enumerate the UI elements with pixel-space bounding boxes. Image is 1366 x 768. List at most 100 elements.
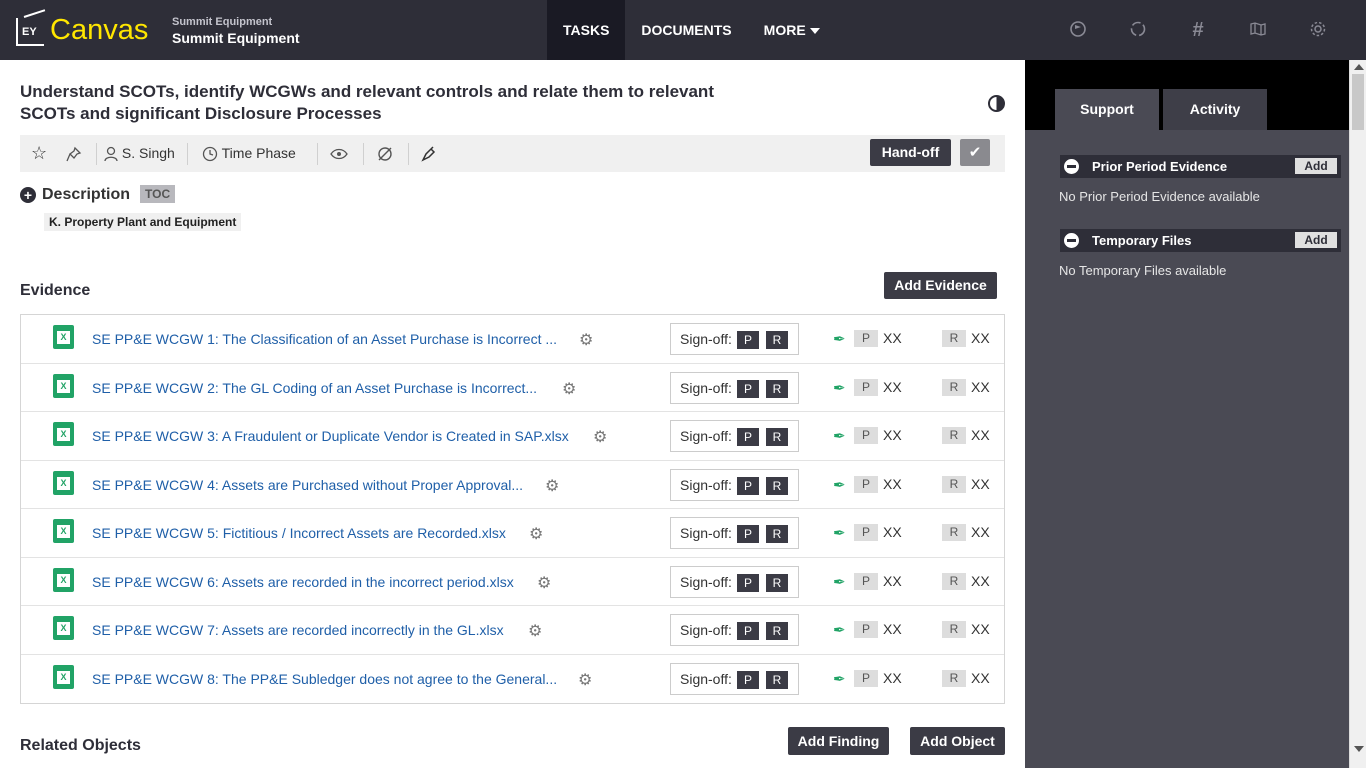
assignee-name: S. Singh [121, 145, 175, 161]
gear-icon[interactable]: ⚙ [562, 379, 576, 399]
reviewer-signoff-button[interactable]: R [766, 525, 788, 543]
evidence-file-link[interactable]: SE PP&E WCGW 7: Assets are recorded inco… [92, 622, 504, 638]
nav-more-label: MORE [763, 22, 806, 38]
pen-icon[interactable]: ✒ [833, 330, 846, 348]
reviewer-badge: R [942, 378, 966, 396]
preparer-signoff-button[interactable]: P [737, 476, 759, 495]
no-sign-icon[interactable] [376, 135, 394, 172]
preparer-signoff-button[interactable]: P [737, 525, 759, 543]
pin-icon[interactable] [66, 135, 82, 172]
sync-icon[interactable] [1128, 20, 1148, 40]
evidence-file-link[interactable]: SE PP&E WCGW 3: A Fraudulent or Duplicat… [92, 428, 569, 444]
gear-icon[interactable]: ⚙ [537, 573, 551, 593]
client-name[interactable]: Summit Equipment [172, 30, 300, 46]
preparer-signoff-button[interactable]: P [737, 670, 759, 689]
preparer-initials: XX [883, 621, 902, 637]
reviewer-signoff-button[interactable]: R [766, 622, 788, 640]
reviewer-badge: R [942, 475, 966, 493]
gear-icon[interactable]: ⚙ [528, 621, 542, 641]
clock-icon [202, 147, 218, 162]
evidence-file-link[interactable]: SE PP&E WCGW 4: Assets are Purchased wit… [92, 477, 523, 493]
signoff-label: Sign-off: [680, 379, 732, 396]
reviewer-initials: XX [971, 330, 990, 346]
reviewer-signoff-button[interactable]: R [766, 331, 788, 349]
pen-icon[interactable] [420, 135, 438, 172]
add-temporary-file-button[interactable]: Add [1295, 232, 1337, 248]
gear-icon[interactable]: ⚙ [529, 524, 543, 544]
reviewer-initials: XX [971, 524, 990, 540]
nav-tasks[interactable]: TASKS [547, 0, 626, 60]
hashtag-icon[interactable]: # [1188, 20, 1208, 40]
evidence-file-link[interactable]: SE PP&E WCGW 5: Fictitious / Incorrect A… [92, 525, 506, 541]
reviewer-signoff-button[interactable]: R [766, 670, 788, 689]
evidence-file-link[interactable]: SE PP&E WCGW 8: The PP&E Subledger does … [92, 671, 557, 687]
star-icon[interactable]: ☆ [31, 135, 47, 172]
preparer-signoff-button[interactable]: P [737, 573, 759, 592]
pen-icon[interactable]: ✒ [833, 427, 846, 445]
signoff-label: Sign-off: [680, 525, 732, 541]
pen-icon[interactable]: ✒ [833, 379, 846, 397]
preparer-signoff-button[interactable]: P [737, 331, 759, 349]
gear-icon[interactable]: ⚙ [593, 427, 607, 447]
toolbar-divider [408, 143, 409, 165]
ey-logo[interactable]: EY [16, 18, 44, 46]
tab-support[interactable]: Support [1055, 89, 1159, 130]
preparer-signoff-button[interactable]: P [737, 428, 759, 446]
collapse-minus-icon[interactable] [1064, 159, 1079, 174]
nav-documents[interactable]: DOCUMENTS [625, 0, 747, 60]
nav-more[interactable]: MORE [748, 0, 836, 60]
product-name[interactable]: Canvas [50, 14, 148, 47]
support-panel: Support Activity Prior Period Evidence A… [1025, 60, 1349, 768]
reviewer-signoff-button[interactable]: R [766, 379, 788, 398]
signoff-box: Sign-off: P R [670, 323, 799, 355]
pen-icon[interactable]: ✒ [833, 670, 846, 688]
add-object-button[interactable]: Add Object [910, 727, 1005, 755]
signoff-box: Sign-off: P R [670, 420, 799, 452]
tab-activity[interactable]: Activity [1163, 89, 1267, 130]
signoff-box: Sign-off: P R [670, 614, 799, 646]
prior-period-evidence-title: Prior Period Evidence [1092, 159, 1228, 174]
toolbar-divider [317, 143, 318, 165]
checkmark-icon[interactable]: ✔ [960, 139, 990, 166]
preparer-badge: P [854, 621, 878, 638]
scroll-down-arrow-icon[interactable] [1354, 746, 1364, 752]
gear-icon[interactable]: ⚙ [578, 670, 592, 690]
description-label[interactable]: Description [42, 186, 130, 204]
settings-icon[interactable] [1308, 20, 1328, 40]
eye-icon[interactable] [330, 135, 348, 172]
pen-icon[interactable]: ✒ [833, 476, 846, 494]
add-evidence-button[interactable]: Add Evidence [884, 272, 997, 299]
reviewer-badge: R [942, 669, 966, 687]
pen-icon[interactable]: ✒ [833, 524, 846, 542]
preparer-badge: P [854, 572, 878, 590]
evidence-file-link[interactable]: SE PP&E WCGW 6: Assets are recorded in t… [92, 574, 514, 590]
add-prior-period-evidence-button[interactable]: Add [1295, 158, 1337, 174]
pen-icon[interactable]: ✒ [833, 573, 846, 591]
reviewer-signoff-button[interactable]: R [766, 476, 788, 495]
signoff-label: Sign-off: [680, 670, 732, 687]
assignee-button[interactable]: S. Singh [104, 135, 175, 172]
map-icon[interactable] [1248, 20, 1268, 40]
hand-off-button[interactable]: Hand-off [870, 139, 951, 166]
expand-plus-icon[interactable]: + [20, 187, 36, 203]
gear-icon[interactable]: ⚙ [545, 476, 559, 496]
flag-circle-icon[interactable] [1068, 20, 1088, 40]
evidence-file-link[interactable]: SE PP&E WCGW 1: The Classification of an… [92, 331, 557, 347]
signoff-label: Sign-off: [680, 622, 732, 638]
contrast-icon[interactable] [988, 95, 1005, 112]
scroll-up-arrow-icon[interactable] [1354, 64, 1364, 70]
evidence-file-link[interactable]: SE PP&E WCGW 2: The GL Coding of an Asse… [92, 380, 537, 396]
task-main-panel: Understand SCOTs, identify WCGWs and rel… [0, 60, 1025, 768]
reviewer-signoff-button[interactable]: R [766, 428, 788, 446]
preparer-signoff-button[interactable]: P [737, 379, 759, 398]
page-scrollbar[interactable] [1349, 60, 1366, 768]
gear-icon[interactable]: ⚙ [579, 330, 593, 350]
reviewer-signoff-button[interactable]: R [766, 573, 788, 592]
add-finding-button[interactable]: Add Finding [788, 727, 889, 755]
temporary-files-header: Temporary Files Add [1060, 229, 1341, 252]
scroll-thumb[interactable] [1352, 74, 1364, 130]
pen-icon[interactable]: ✒ [833, 621, 846, 639]
time-phase-button[interactable]: Time Phase [202, 135, 296, 172]
preparer-signoff-button[interactable]: P [737, 622, 759, 640]
collapse-minus-icon[interactable] [1064, 233, 1079, 248]
